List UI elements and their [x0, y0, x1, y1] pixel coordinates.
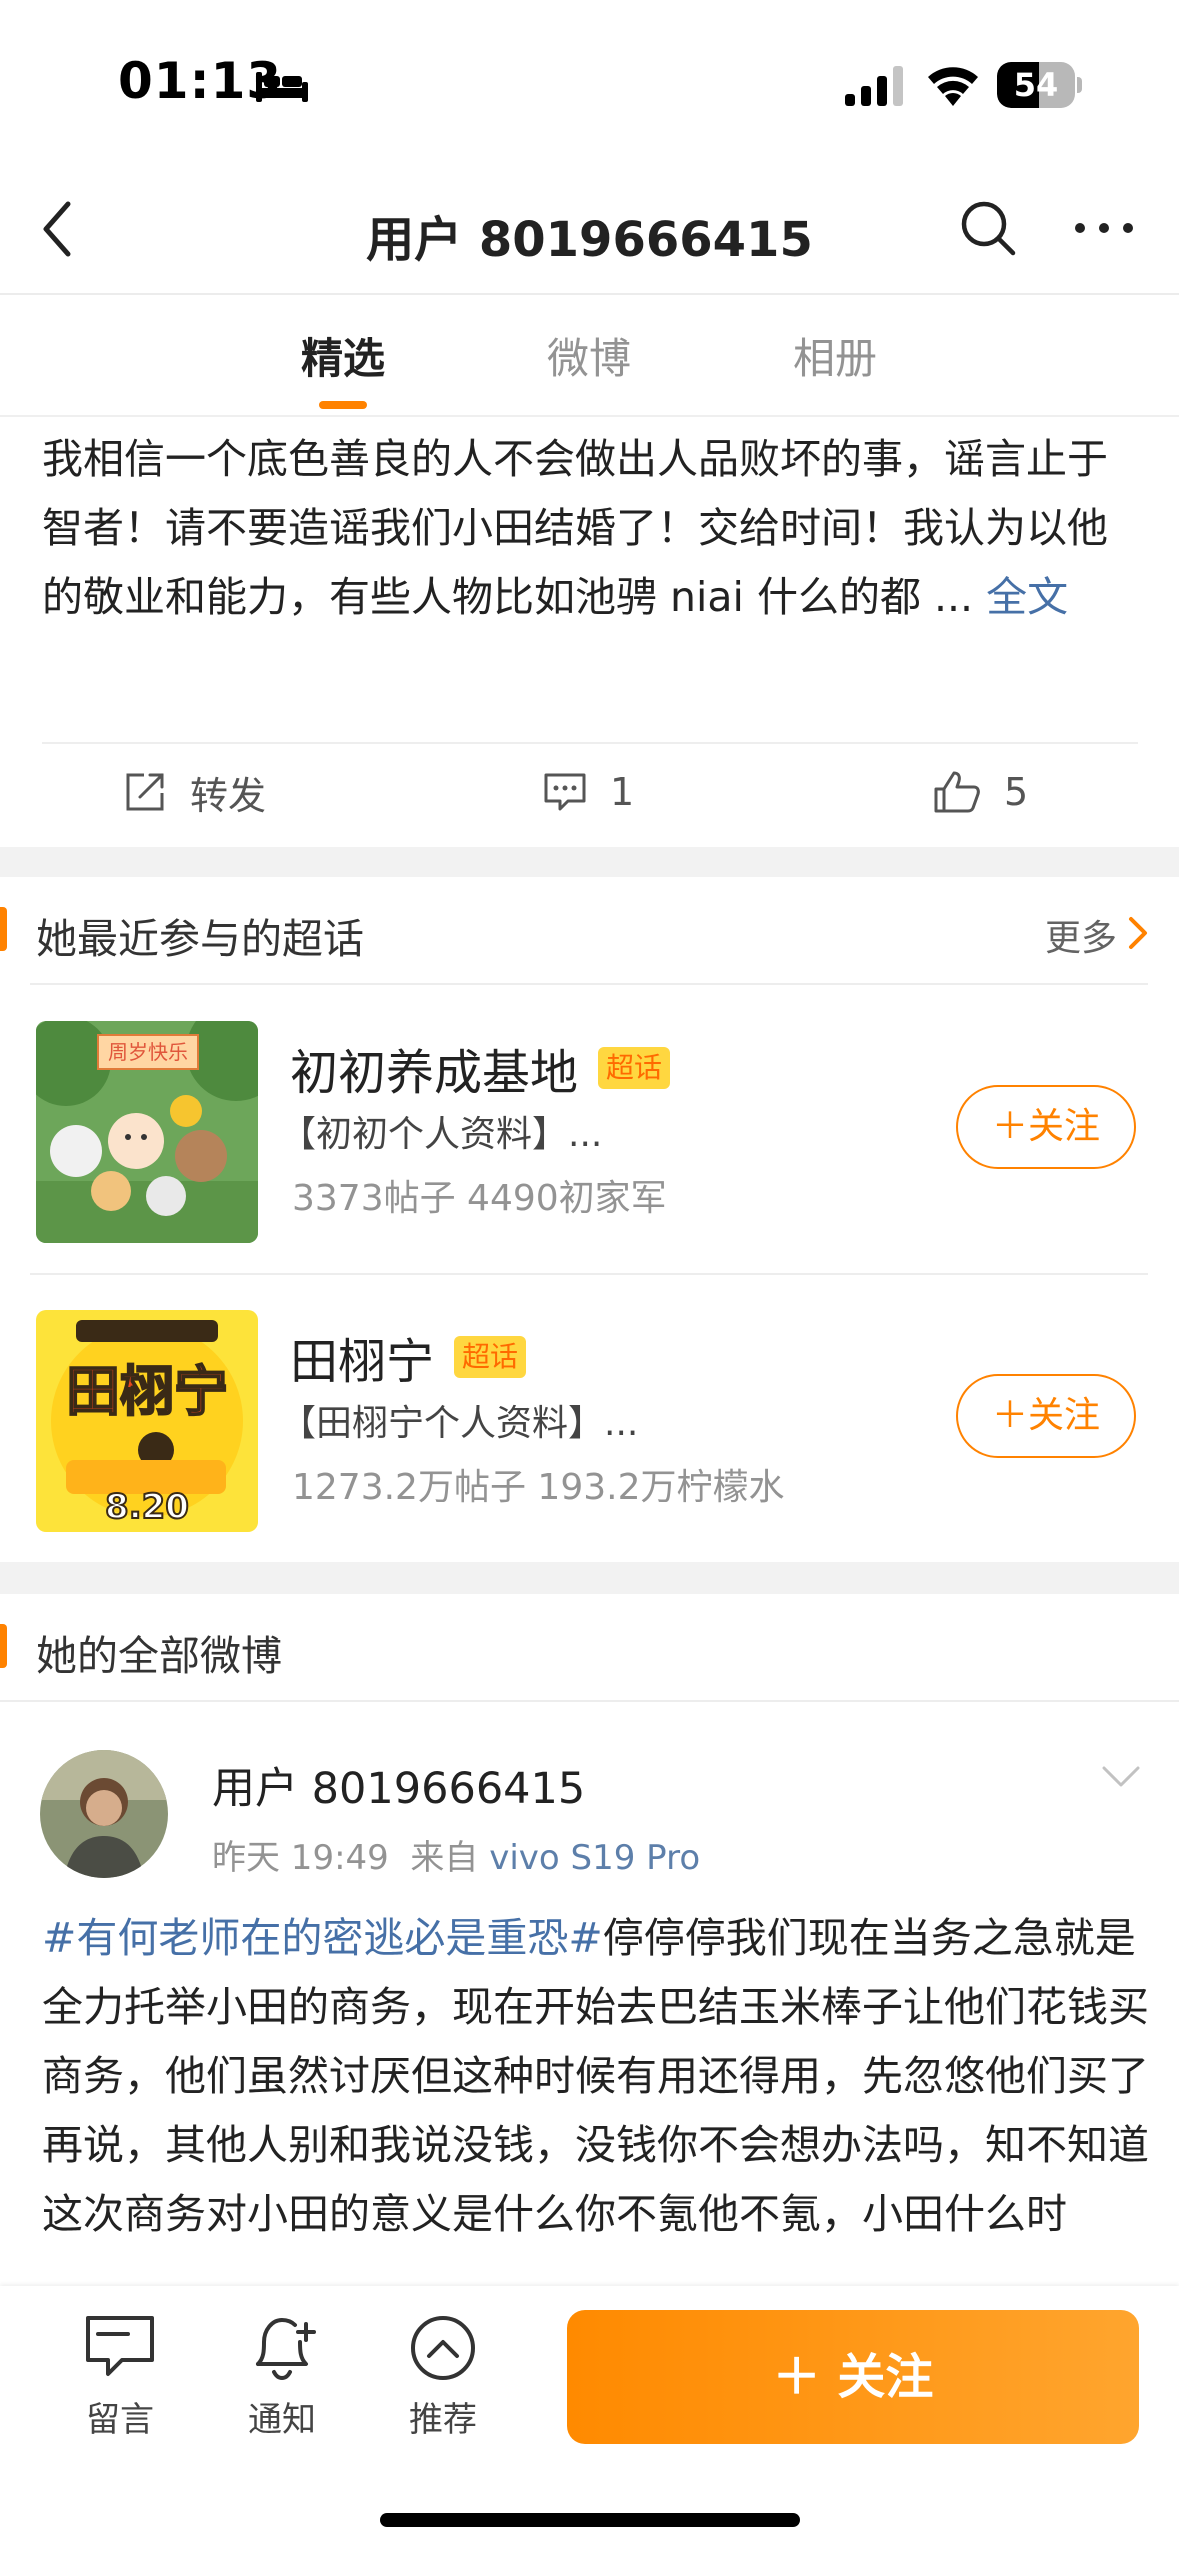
follow-topic-button[interactable]: ＋关注 [956, 1085, 1136, 1169]
like-count: 5 [1004, 770, 1029, 814]
super-topics-header: 她最近参与的超话 更多 [0, 877, 1179, 985]
wifi-icon [928, 67, 978, 106]
follow-button[interactable]: ＋ 关注 [567, 2310, 1139, 2444]
topic-name: 初初养成基地 超话 [290, 1033, 671, 1103]
notify-label: 通知 [248, 2400, 316, 2440]
thumb-date-text: 8.20 [105, 1487, 189, 1527]
read-more-link[interactable]: 全文 [986, 573, 1068, 621]
battery-percent: 54 [1013, 66, 1059, 104]
section-accent-bar [0, 907, 7, 951]
tab-weibo[interactable]: 微博 [509, 325, 669, 386]
search-icon[interactable] [958, 198, 1018, 258]
super-topic-badge: 超话 [454, 1336, 527, 1378]
battery-icon: 54 [997, 62, 1082, 108]
section-accent-bar [0, 1624, 7, 1668]
post-source[interactable]: vivo S19 Pro [489, 1838, 700, 1878]
home-indicator[interactable] [380, 2513, 800, 2527]
post-body: #有何老师在的密逃必是重恐#停停停我们现在当务之急就是全力托举小田的商务，现在开… [42, 1904, 1152, 2286]
tab-album[interactable]: 相册 [755, 325, 915, 386]
profile-tabs: 精选 微博 相册 [0, 297, 1179, 417]
thumbs-up-icon [934, 771, 980, 813]
repost-label: 转发 [190, 773, 267, 818]
comment-button[interactable]: 1 [542, 762, 634, 822]
topic-description: 【田栩宁个人资料】... [280, 1403, 639, 1444]
topic-stats: 1273.2万帖子 193.2万柠檬水 [292, 1467, 785, 1508]
tab-active-indicator [319, 401, 367, 409]
divider [0, 1700, 1179, 1702]
post-meta: 昨天 19:49 来自 vivo S19 Pro [212, 1830, 700, 1879]
thumb-banner-text: 周岁快乐 [108, 1040, 188, 1064]
notify-button[interactable]: 通知 [217, 2312, 347, 2441]
post-hashtag[interactable]: #有何老师在的密逃必是重恐# [42, 1914, 603, 1962]
tab-featured[interactable]: 精选 [263, 325, 423, 386]
post-username[interactable]: 用户 8019666415 [212, 1754, 585, 1816]
status-bar: 01:13 54 [0, 0, 1179, 170]
nav-bar: 用户 8019666415 [0, 170, 1179, 295]
all-posts-header: 她的全部微博 [0, 1594, 1179, 1702]
bed-icon [256, 72, 308, 102]
post-time: 昨天 19:49 [212, 1838, 389, 1878]
section-gap [0, 1562, 1179, 1594]
post-action-row: 转发 1 5 [42, 742, 1138, 847]
more-link[interactable]: 更多 [1045, 909, 1117, 961]
post-body-text: 我相信一个底色善良的人不会做出人品败坏的事，谣言止于智者！请不要造谣我们小田结婚… [42, 435, 1108, 621]
post-text: 我相信一个底色善良的人不会做出人品败坏的事，谣言止于智者！请不要造谣我们小田结婚… [42, 425, 1142, 632]
section-title: 她的全部微博 [36, 1632, 282, 1680]
post-body-text: 停停停我们现在当务之急就是全力托举小田的商务，现在开始去巴结玉米棒子让他们花钱买… [42, 1914, 1149, 2238]
bell-plus-icon [256, 2317, 316, 2381]
message-button[interactable]: 留言 [55, 2312, 185, 2441]
topic-description: 【初初个人资料】... [280, 1114, 603, 1155]
comment-count: 1 [610, 770, 635, 814]
repost-icon [126, 773, 164, 811]
chevron-down-icon[interactable] [1100, 1764, 1142, 1790]
recommend-button[interactable]: 推荐 [378, 2312, 508, 2441]
follow-topic-button[interactable]: ＋关注 [956, 1374, 1136, 1458]
super-topic-item[interactable]: 田栩宁 8.20 田栩宁 超话 【田栩宁个人资料】... 1273.2万帖子 1… [0, 1274, 1179, 1564]
section-gap [0, 847, 1179, 877]
thumb-title-text: 田栩宁 [66, 1360, 228, 1423]
chevron-right-icon[interactable] [1127, 915, 1149, 951]
topic-thumbnail: 周岁快乐 [36, 1021, 258, 1243]
section-title: 她最近参与的超话 [36, 915, 364, 963]
topic-thumbnail: 田栩宁 8.20 [36, 1310, 258, 1532]
super-topic-item[interactable]: 周岁快乐 初初养成基地 超话 【初初个人资料】... 3373帖子 4490初家… [0, 985, 1179, 1275]
topic-stats: 3373帖子 4490初家军 [292, 1178, 667, 1219]
like-button[interactable]: 5 [932, 762, 1028, 822]
avatar[interactable] [40, 1750, 168, 1878]
repost-button[interactable]: 转发 [122, 762, 266, 822]
topic-name: 田栩宁 超话 [290, 1322, 527, 1392]
recommend-icon [411, 2316, 475, 2380]
more-icon[interactable] [1072, 198, 1136, 258]
message-label: 留言 [86, 2400, 154, 2440]
post-source-prefix: 来自 [410, 1838, 479, 1878]
comment-icon [544, 773, 586, 811]
signal-icon [845, 66, 903, 106]
recommend-label: 推荐 [409, 2400, 477, 2440]
super-topic-badge: 超话 [598, 1047, 671, 1089]
message-icon [86, 2316, 154, 2376]
